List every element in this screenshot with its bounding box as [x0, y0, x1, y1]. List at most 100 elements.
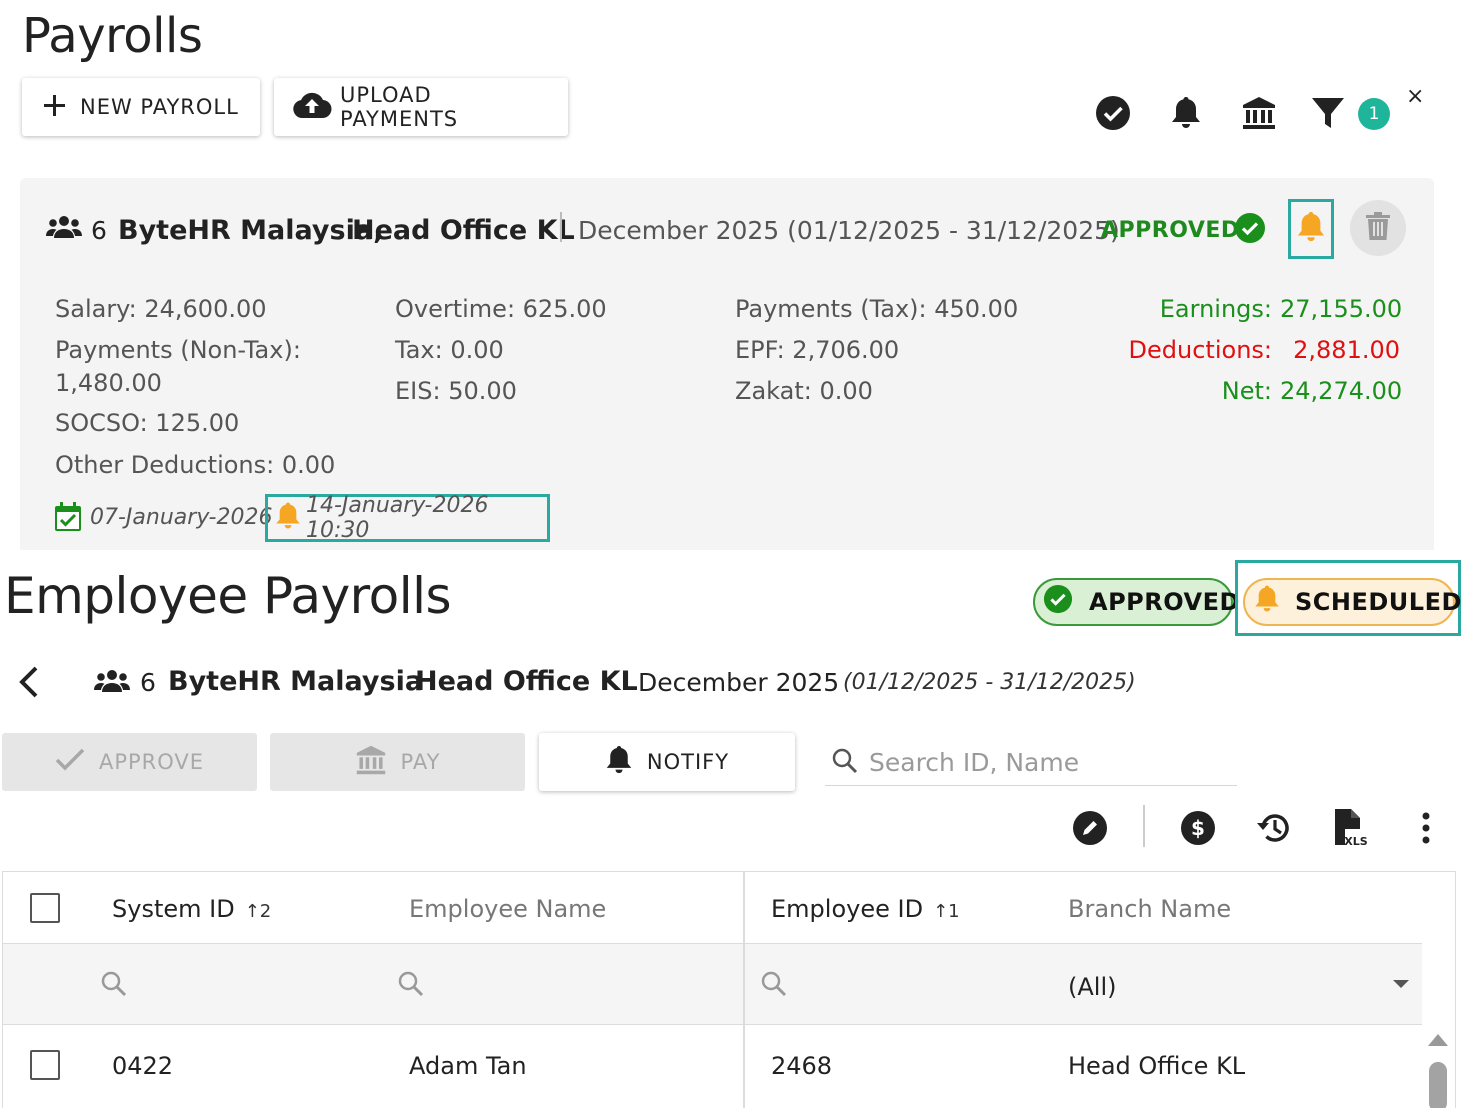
payments-tax-figure: Payments (Tax): 450.00	[735, 295, 1019, 323]
payments-nontax-value: 1,480.00	[55, 369, 162, 397]
column-header-label: Branch Name	[1068, 895, 1232, 923]
column-header-employee-id[interactable]: Employee ID ↑1	[771, 895, 960, 923]
other-deductions-figure: Other Deductions: 0.00	[55, 451, 336, 479]
bell-icon	[274, 501, 302, 535]
plus-icon	[42, 93, 66, 122]
net-label: Net:	[1221, 377, 1272, 405]
company-name: ByteHR Malaysia,	[118, 214, 384, 246]
section-title: Employee Payrolls	[4, 567, 452, 625]
select-all-checkbox[interactable]	[30, 893, 60, 923]
column-header-label: System ID	[112, 895, 235, 923]
bell-icon	[1296, 210, 1326, 248]
more-vert-icon[interactable]	[1406, 806, 1446, 850]
row-divider	[2, 943, 1422, 944]
deductions-value: 2,881.00	[1293, 336, 1400, 364]
scheduled-notification-button[interactable]	[1288, 199, 1334, 259]
row-checkbox[interactable]	[30, 1050, 60, 1080]
bank-icon	[355, 744, 387, 781]
employees-icon	[46, 214, 82, 244]
header-divider	[560, 212, 562, 242]
back-chevron-icon[interactable]	[16, 664, 44, 704]
upload-payments-button[interactable]: UPLOAD PAYMENTS	[274, 78, 568, 136]
bank-filter-icon[interactable]	[1240, 94, 1278, 132]
scheduled-notification-date: 14-January-2026 10:30	[265, 493, 550, 543]
filter-icon[interactable]	[1309, 94, 1347, 132]
svg-text:XLS: XLS	[1344, 835, 1367, 848]
approve-filter-icon[interactable]	[1094, 94, 1132, 132]
cell-system-id[interactable]: 0422	[112, 1052, 173, 1080]
employee-id-filter-search-icon[interactable]	[760, 970, 788, 1002]
sort-indicator: ↑2	[244, 901, 272, 922]
approved-check-icon	[1234, 212, 1266, 248]
calendar-check-icon	[54, 502, 82, 536]
bell-filter-icon[interactable]	[1167, 94, 1205, 132]
search-input[interactable]	[869, 748, 1229, 777]
branch-filter-select[interactable]: (All)	[1068, 973, 1116, 1001]
cell-employee-name[interactable]: Adam Tan	[409, 1052, 527, 1080]
employee-count: 6	[91, 215, 107, 245]
eis-figure: EIS: 50.00	[395, 377, 517, 405]
dollar-icon[interactable]: $	[1178, 806, 1218, 850]
branch-name: Head Office KL	[415, 666, 638, 697]
company-name: ByteHR Malaysia	[168, 666, 424, 697]
notify-label: NOTIFY	[646, 750, 730, 774]
bell-icon	[1253, 584, 1281, 620]
vertical-scrollbar-thumb[interactable]	[1429, 1062, 1447, 1108]
search-icon	[831, 747, 859, 779]
scheduled-date-text: 14-January-2026 10:30	[306, 493, 489, 543]
employee-count: 6	[140, 668, 156, 697]
net-value: 24,274.00	[1280, 377, 1403, 405]
check-icon	[55, 748, 85, 777]
search-box[interactable]	[825, 740, 1237, 786]
pay-button[interactable]: PAY	[270, 733, 525, 791]
toolbar-divider	[1143, 805, 1145, 847]
epf-figure: EPF: 2,706.00	[735, 336, 900, 364]
new-payroll-button[interactable]: NEW PAYROLL	[22, 78, 260, 136]
cloud-upload-icon	[292, 91, 332, 124]
export-xls-icon[interactable]: XLS	[1330, 806, 1370, 850]
pay-label: PAY	[400, 750, 441, 774]
salary-figure: Salary: 24,600.00	[55, 295, 267, 323]
approved-chip-label: APPROVED	[1089, 588, 1240, 616]
dropdown-caret-icon[interactable]	[1393, 980, 1409, 988]
status-text: APPROVED	[1101, 217, 1240, 243]
column-header-label: Employee ID	[771, 895, 924, 923]
upload-payments-label: UPLOAD PAYMENTS	[340, 83, 459, 131]
trash-icon	[1365, 211, 1391, 245]
branch-name: Head Office KL	[352, 214, 575, 246]
page-title: Payrolls	[22, 8, 203, 64]
check-circle-icon	[1043, 584, 1073, 620]
earnings-label: Earnings:	[1159, 295, 1272, 323]
approve-label: APPROVE	[98, 750, 205, 774]
new-payroll-label: NEW PAYROLL	[80, 95, 239, 119]
payroll-date-range: (01/12/2025 - 31/12/2025)	[843, 670, 1136, 695]
cell-branch-name[interactable]: Head Office KL	[1068, 1052, 1245, 1080]
employees-icon	[94, 668, 130, 698]
column-header-system-id[interactable]: System ID ↑2	[112, 895, 271, 923]
edit-icon[interactable]	[1070, 806, 1110, 850]
payroll-period: December 2025 (01/12/2025 - 31/12/2025)	[578, 215, 1120, 245]
bell-icon	[605, 744, 633, 781]
delete-button[interactable]	[1350, 200, 1406, 256]
filter-count-badge: 1	[1358, 98, 1390, 130]
overtime-figure: Overtime: 625.00	[395, 295, 607, 323]
row-divider	[2, 1024, 1422, 1025]
scheduled-status-chip: SCHEDULED	[1243, 578, 1461, 626]
scroll-up-arrow-icon[interactable]	[1428, 1034, 1448, 1046]
employee-name-filter-search-icon[interactable]	[397, 970, 425, 1002]
approve-button[interactable]: APPROVE	[2, 733, 257, 791]
notify-button[interactable]: NOTIFY	[539, 733, 795, 791]
scheduled-chip-label: SCHEDULED	[1295, 588, 1462, 616]
payments-nontax-label: Payments (Non-Tax):	[55, 336, 301, 364]
socso-figure: SOCSO: 125.00	[55, 409, 240, 437]
column-header-branch-name[interactable]: Branch Name	[1068, 895, 1231, 923]
cell-employee-id[interactable]: 2468	[771, 1052, 832, 1080]
history-icon[interactable]	[1254, 806, 1294, 850]
clear-filter-close-icon[interactable]: ×	[1406, 84, 1424, 109]
tax-figure: Tax: 0.00	[395, 336, 504, 364]
sort-indicator: ↑1	[933, 901, 960, 922]
earnings-value: 27,155.00	[1280, 295, 1403, 323]
zakat-figure: Zakat: 0.00	[735, 377, 873, 405]
column-header-employee-name[interactable]: Employee Name	[409, 895, 606, 923]
system-id-filter-search-icon[interactable]	[100, 970, 128, 1002]
